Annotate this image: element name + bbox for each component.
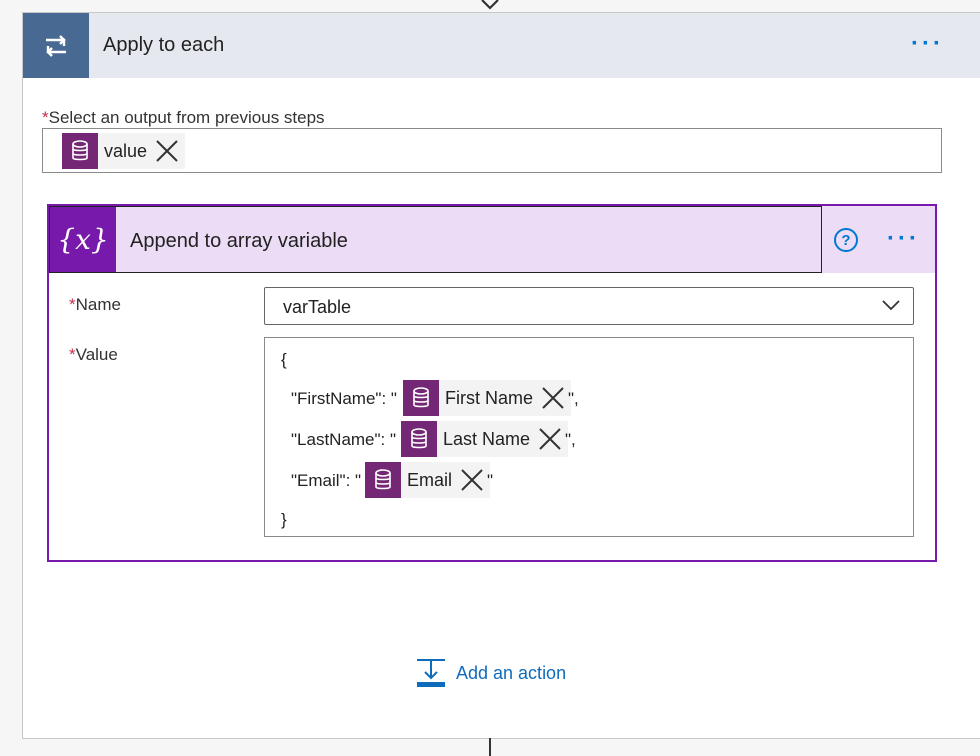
more-options-icon[interactable]: ···: [887, 227, 920, 251]
remove-token-icon[interactable]: [458, 466, 486, 494]
append-to-array-card: {𝑥} Append to array variable ? ··· *Name…: [47, 204, 937, 562]
database-icon: [365, 462, 401, 498]
json-email-tail: ": [487, 471, 494, 490]
variable-name-value: varTable: [283, 297, 352, 317]
more-options-icon[interactable]: ···: [911, 32, 944, 56]
append-to-array-header[interactable]: {𝑥} Append to array variable: [49, 206, 822, 273]
database-icon: [401, 421, 437, 457]
last-name-token[interactable]: Last Name: [401, 421, 569, 457]
select-output-label: *Select an output from previous steps: [42, 108, 325, 128]
required-marker: *: [42, 108, 49, 127]
json-lastname-tail: ",: [565, 430, 576, 449]
remove-token-icon[interactable]: [539, 384, 567, 412]
json-lastname-key: "LastName": ": [291, 430, 397, 449]
remove-token-icon[interactable]: [153, 137, 181, 165]
select-output-input[interactable]: value: [42, 128, 942, 173]
value-editor[interactable]: { "FirstName": " First Name ", "LastName…: [264, 337, 914, 537]
database-icon: [62, 133, 98, 169]
name-label-text: Name: [75, 295, 121, 314]
connector-line: [489, 738, 491, 756]
apply-to-each-header[interactable]: Apply to each ···: [23, 13, 980, 78]
name-label: *Name: [69, 295, 121, 315]
json-open-brace: {: [281, 350, 287, 369]
value-token[interactable]: value: [62, 133, 186, 169]
help-icon[interactable]: ?: [834, 228, 858, 252]
last-name-token-label: Last Name: [443, 428, 531, 449]
chevron-down-icon: [882, 300, 900, 311]
json-firstname-key: "FirstName": ": [291, 389, 397, 408]
add-action-button[interactable]: Add an action: [416, 658, 566, 688]
select-output-label-text: Select an output from previous steps: [48, 108, 325, 127]
apply-to-each-card: Apply to each ··· *Select an output from…: [22, 12, 980, 739]
value-label-text: Value: [75, 345, 118, 364]
apply-to-each-title: Apply to each: [103, 34, 225, 56]
json-firstname-tail: ",: [568, 389, 579, 408]
variable-name-select[interactable]: varTable: [264, 287, 914, 325]
variable-icon: {𝑥}: [50, 207, 116, 272]
first-name-token[interactable]: First Name: [403, 380, 572, 416]
value-token-label: value: [104, 140, 148, 161]
email-token-label: Email: [407, 469, 453, 490]
add-action-label: Add an action: [456, 662, 567, 683]
loop-icon: [23, 13, 89, 78]
remove-token-icon[interactable]: [536, 425, 564, 453]
connector-arrow-icon: [481, 0, 499, 10]
first-name-token-label: First Name: [445, 387, 534, 408]
value-label: *Value: [69, 345, 118, 365]
json-email-key: "Email": ": [291, 471, 362, 490]
required-marker: *: [69, 295, 76, 314]
append-to-array-title: Append to array variable: [130, 230, 348, 252]
json-close-brace: }: [281, 510, 287, 529]
add-action-icon: [417, 659, 445, 687]
required-marker: *: [69, 345, 76, 364]
email-token[interactable]: Email: [365, 462, 491, 498]
database-icon: [403, 380, 439, 416]
